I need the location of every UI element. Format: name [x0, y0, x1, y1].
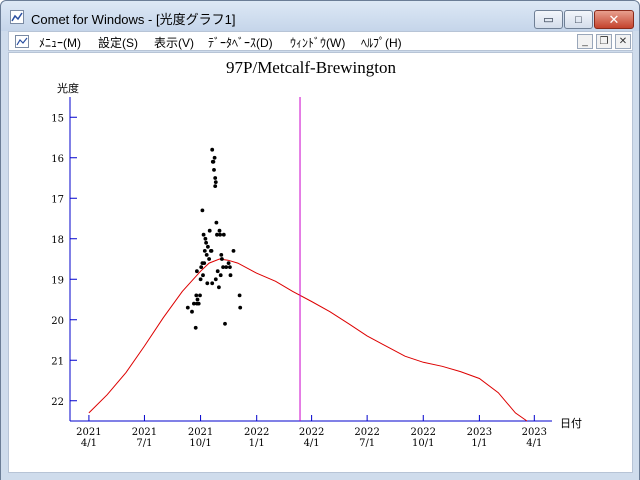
observation-point	[213, 176, 218, 180]
x-tick-year: 2022	[411, 427, 436, 438]
x-tick-year: 2021	[188, 427, 213, 438]
x-tick-year: 2022	[299, 427, 324, 438]
observation-point	[203, 236, 208, 241]
x-tick-year: 2022	[244, 427, 269, 438]
observation-point	[210, 147, 215, 152]
y-tick-label: 20	[51, 316, 64, 327]
observation-point	[207, 257, 212, 261]
observation-point	[214, 220, 219, 225]
observation-point	[212, 155, 217, 160]
y-tick-label: 16	[51, 154, 64, 165]
observation-point	[204, 240, 209, 245]
x-tick-date: 7/1	[136, 438, 152, 449]
x-tick-date: 4/1	[526, 438, 542, 449]
x-tick-date: 10/1	[189, 438, 211, 449]
x-tick-date: 7/1	[359, 438, 375, 449]
observation-point	[213, 277, 218, 282]
observation-point	[228, 273, 233, 278]
observation-point	[219, 253, 224, 257]
x-tick-date: 1/1	[471, 438, 487, 449]
observation-point	[223, 321, 227, 326]
observation-point	[199, 265, 204, 269]
y-tick-label: 17	[51, 194, 64, 205]
observation-point	[193, 325, 198, 330]
observation-point	[212, 168, 216, 172]
x-tick-year: 2021	[132, 427, 157, 438]
x-tick-year: 2021	[76, 427, 101, 438]
observation-point	[201, 232, 206, 237]
x-tick-date: 4/1	[81, 438, 97, 449]
observation-point	[204, 253, 209, 257]
observation-point	[228, 265, 232, 269]
observation-point	[224, 265, 229, 269]
observation-point	[206, 244, 210, 249]
observation-point	[205, 281, 210, 286]
observation-point	[218, 273, 223, 278]
observation-point	[217, 228, 222, 233]
observation-point	[194, 293, 199, 298]
x-tick-date: 1/1	[249, 438, 265, 449]
y-tick-label: 21	[51, 356, 64, 367]
observation-point	[207, 228, 212, 233]
observation-point	[221, 232, 226, 237]
x-ticks: 20214/120217/1202110/120221/120224/12022…	[76, 415, 547, 449]
observation-point	[202, 249, 207, 253]
observation-point	[215, 269, 220, 274]
observation-point	[210, 281, 215, 286]
observation-point	[190, 309, 194, 314]
observation-point	[220, 257, 224, 261]
observation-points	[185, 147, 243, 330]
y-tick-label: 15	[51, 113, 64, 124]
prediction-line	[88, 258, 528, 422]
observation-point	[195, 297, 200, 302]
chart-title: 97P/Metcalf-Brewington	[226, 58, 396, 77]
observation-point	[217, 285, 221, 290]
y-tick-label: 19	[51, 275, 64, 286]
observation-point	[238, 305, 243, 310]
observation-point	[209, 249, 214, 253]
observation-point	[213, 180, 218, 185]
observation-point	[195, 269, 199, 274]
magnitude-chart: 97P/Metcalf-Brewington 光度 日付 15 16 17 18 19 2…	[51, 58, 582, 449]
x-tick-year: 2023	[467, 427, 492, 438]
observation-point	[202, 261, 207, 265]
axes	[69, 97, 552, 422]
observation-point	[198, 293, 202, 298]
observation-point	[211, 159, 216, 164]
x-tick-date: 4/1	[304, 438, 320, 449]
x-axis-title: 日付	[560, 417, 582, 430]
observation-point	[198, 277, 203, 282]
observation-point	[200, 208, 205, 213]
y-axis-title: 光度	[57, 81, 79, 95]
observation-point	[237, 293, 242, 298]
observation-point	[231, 249, 236, 253]
x-tick-year: 2022	[354, 427, 379, 438]
observation-point	[226, 261, 231, 265]
observation-point	[201, 273, 205, 278]
x-tick-date: 10/1	[412, 438, 434, 449]
observation-point	[218, 232, 223, 237]
observation-point	[213, 184, 218, 189]
y-tick-label: 22	[51, 397, 64, 408]
observation-point	[196, 301, 201, 306]
prediction-curve	[88, 258, 528, 422]
y-tick-label: 18	[51, 235, 64, 246]
x-tick-year: 2023	[522, 427, 547, 438]
observation-point	[185, 305, 190, 310]
y-ticks: 15 16 17 18 19 20 21 22	[51, 113, 77, 408]
